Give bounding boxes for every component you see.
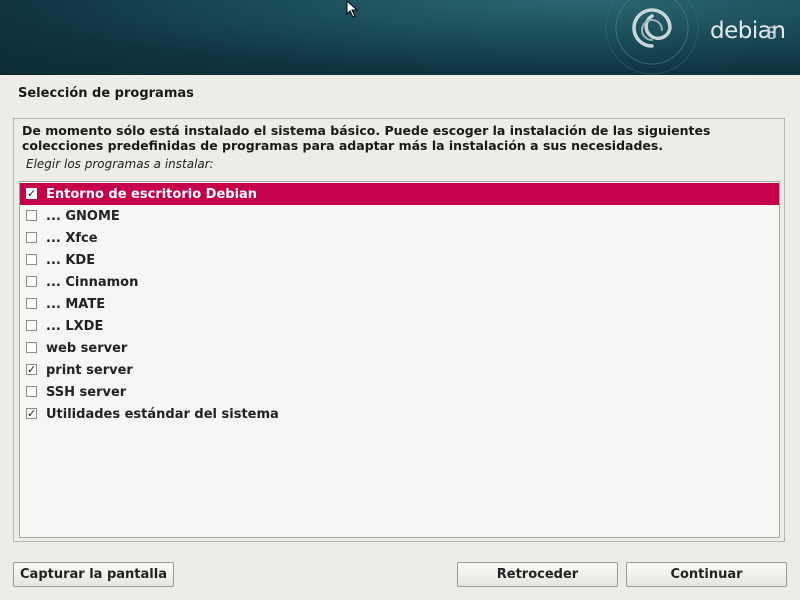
checkbox[interactable] bbox=[26, 298, 37, 309]
checkbox[interactable] bbox=[26, 386, 37, 397]
description-line-2: colecciones predefinidas de programas pa… bbox=[22, 137, 664, 153]
back-button[interactable]: Retroceder bbox=[457, 562, 618, 587]
checkbox[interactable] bbox=[26, 210, 37, 221]
checkbox[interactable] bbox=[26, 276, 37, 287]
page-title: Selección de programas bbox=[18, 86, 194, 101]
option-label: Utilidades estándar del sistema bbox=[46, 407, 279, 422]
option-ssh-server[interactable]: SSH server bbox=[20, 381, 779, 403]
option-label: ... KDE bbox=[46, 253, 96, 268]
mouse-pointer-icon bbox=[346, 0, 359, 18]
option-print-server[interactable]: ✓ print server bbox=[20, 359, 779, 381]
option-lxde[interactable]: ... LXDE bbox=[20, 315, 779, 337]
option-web-server[interactable]: web server bbox=[20, 337, 779, 359]
checkbox[interactable]: ✓ bbox=[26, 364, 37, 375]
description-line-1: De momento sólo está instalado el sistem… bbox=[22, 123, 711, 138]
description: De momento sólo está instalado el sistem… bbox=[22, 123, 762, 153]
screenshot-button[interactable]: Capturar la pantalla bbox=[13, 562, 174, 587]
option-label: ... GNOME bbox=[46, 209, 120, 224]
checkbox[interactable]: ✓ bbox=[26, 408, 37, 419]
option-mate[interactable]: ... MATE bbox=[20, 293, 779, 315]
checkbox[interactable] bbox=[26, 320, 37, 331]
checkbox[interactable]: ✓ bbox=[26, 188, 37, 199]
option-cinnamon[interactable]: ... Cinnamon bbox=[20, 271, 779, 293]
option-gnome[interactable]: ... GNOME bbox=[20, 205, 779, 227]
option-label: ... Cinnamon bbox=[46, 275, 139, 290]
option-kde[interactable]: ... KDE bbox=[20, 249, 779, 271]
checkbox[interactable] bbox=[26, 232, 37, 243]
continue-button[interactable]: Continuar bbox=[626, 562, 787, 587]
option-standard-utilities[interactable]: ✓ Utilidades estándar del sistema bbox=[20, 403, 779, 425]
checkbox[interactable] bbox=[26, 342, 37, 353]
debian-swirl-icon bbox=[605, 0, 699, 75]
checkbox[interactable] bbox=[26, 254, 37, 265]
option-label: print server bbox=[46, 363, 133, 378]
option-label: ... MATE bbox=[46, 297, 106, 312]
option-label: web server bbox=[46, 341, 128, 356]
list-prompt: Elegir los programas a instalar: bbox=[26, 157, 214, 171]
option-xfce[interactable]: ... Xfce bbox=[20, 227, 779, 249]
software-selection-list[interactable]: ✓ Entorno de escritorio Debian ... GNOME… bbox=[19, 181, 780, 538]
option-label: ... Xfce bbox=[46, 231, 98, 246]
option-label: ... LXDE bbox=[46, 319, 104, 334]
option-desktop-environment[interactable]: ✓ Entorno de escritorio Debian bbox=[20, 183, 779, 205]
option-label: SSH server bbox=[46, 385, 127, 400]
option-label: Entorno de escritorio Debian bbox=[46, 187, 258, 202]
debian-banner: debian 8 bbox=[0, 0, 800, 75]
debian-version: 8 bbox=[766, 24, 777, 44]
